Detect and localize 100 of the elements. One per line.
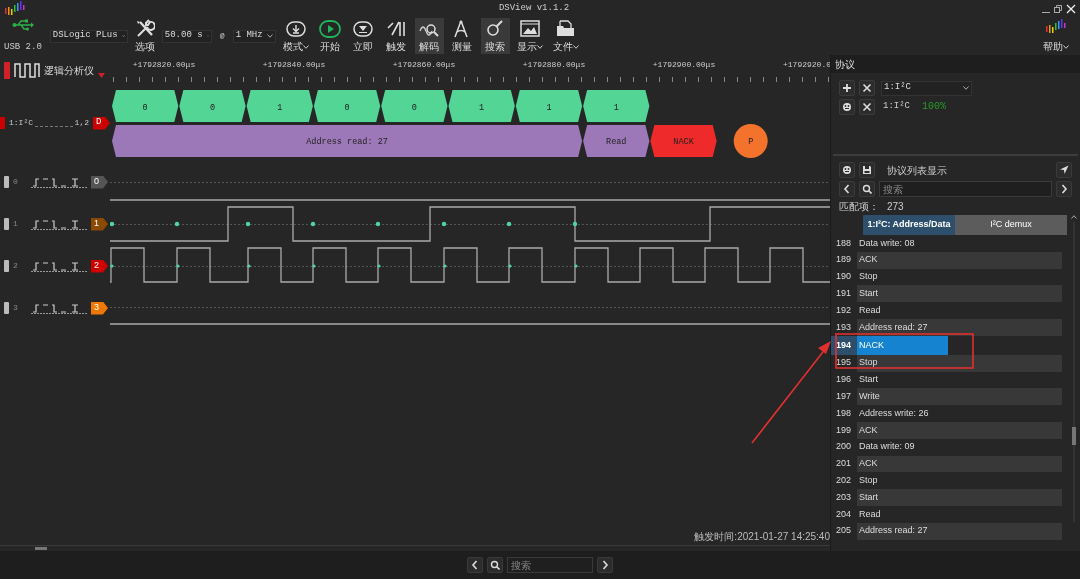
usb-icon [11,18,34,32]
list-row[interactable]: 200 Data write: 09 [831,438,1067,456]
trigger-options-drawing[interactable] [31,260,87,272]
toolbar-button[interactable]: 测量 [447,18,477,54]
list-row[interactable]: 198 Address write: 26 [831,405,1067,422]
restore-icon[interactable] [1054,4,1062,13]
save-button[interactable] [859,162,875,178]
window-title: DSView v1.1.2 [497,1,571,15]
channel-grip[interactable] [4,218,9,230]
decoded-ack-segment: NACK [650,125,717,157]
column-header[interactable]: 1:I²C: Address/Data [863,215,955,235]
folder-icon [554,19,577,39]
decoded-bit-segment: 0 [112,90,179,122]
list-row[interactable]: 188 Data write: 08 [831,235,1067,252]
app-logo-icon [4,1,26,16]
toolbar-button[interactable]: 立即 [348,18,378,54]
search-icon [862,184,872,194]
locate-button[interactable] [1056,162,1072,178]
save-icon [862,165,872,175]
channel-grip[interactable] [4,176,9,188]
download-icon [284,19,307,39]
decoder-settings-button[interactable] [839,99,855,115]
trigger-options-drawing[interactable] [31,218,87,230]
next-button[interactable] [1056,181,1072,197]
list-row[interactable]: 204 Read [831,505,1067,523]
search-button[interactable] [487,557,503,573]
plus-icon [842,83,852,93]
panel-header: 协议 [831,55,1080,73]
duration-select[interactable]: 50.00 s [161,29,212,43]
previous-button[interactable] [467,557,483,573]
list-row[interactable]: 202 Stop [831,472,1067,490]
trigger-icon [385,19,408,39]
chevron-left-icon [842,184,852,194]
remove-button[interactable] [859,80,875,96]
search-button[interactable] [859,181,875,197]
decoded-rw-segment: Read [583,125,650,157]
toolbar-button[interactable]: 解码 [414,18,444,54]
ruler-label: +1792920.0 [783,60,830,69]
panel-grip [4,61,10,79]
close-icon [862,102,872,112]
ruler-label: +1792840.00μs [262,60,326,69]
list-row[interactable]: 192 Read [831,302,1067,319]
scrollbar-thumb[interactable] [35,547,47,550]
toolbar-button[interactable]: 触发 [381,18,411,54]
toolbar-button[interactable]: 搜索 [480,18,510,54]
match-label: 匹配项： [839,199,879,214]
tools-icon [134,19,155,39]
channel-grip[interactable] [4,260,9,272]
trigger-options-drawing[interactable] [31,302,87,314]
ruler-label: +1792880.00μs [522,60,586,69]
next-button[interactable] [597,557,613,573]
trigger-options-drawing[interactable] [31,176,87,188]
caret-icon [266,34,273,38]
caret-icon [121,34,125,38]
channel-tag[interactable]: 0 [91,175,108,189]
help-menu-button[interactable]: 帮助 [1040,18,1072,54]
toolbar-button[interactable]: 开始 [315,18,345,54]
channel-tag[interactable]: 1 [91,217,108,231]
channel-tag[interactable]: 2 [91,259,108,273]
stop-icon [352,19,375,39]
dropdown-arrow-icon[interactable] [98,72,105,78]
toolbar-button[interactable]: 显示 [513,18,546,54]
scrollbar-thumb[interactable] [1072,427,1076,445]
sample-rate-select[interactable]: 1 MHz [232,29,276,43]
options-button[interactable]: 选项 [131,18,158,54]
list-row[interactable]: 196 Start [831,371,1067,389]
ruler-label: +1792820.00μs [132,60,196,69]
list-row[interactable]: 190 Stop [831,268,1067,286]
chevron-right-icon [600,560,610,570]
decoder-name: 1:I²C [883,100,910,114]
toolbar-button[interactable]: 模式 [279,18,312,54]
decoder-settings-button[interactable] [839,162,855,178]
device-select[interactable]: DSLogic PLus [49,29,128,43]
column-header[interactable]: I²C demux [955,215,1067,235]
channel-index: 0 [13,176,19,188]
decoded-bit-segment: 1 [246,90,313,122]
list-title: 协议列表显示 [887,163,948,178]
search-field[interactable]: 搜索 [879,181,1052,197]
decoded-stop-marker: P [733,124,768,158]
close-icon[interactable] [1066,3,1076,14]
add-decoder-button[interactable] [839,80,855,96]
decoded-bit-segment: 0 [381,90,448,122]
remove-decoder-button[interactable] [859,99,875,115]
logic-analyzer-icon [14,62,40,78]
play-icon [319,19,342,39]
face-icon [842,102,852,112]
navigation-arrow-icon [1059,165,1069,175]
app-logo-icon [1045,19,1067,34]
previous-button[interactable] [839,181,855,197]
percent-label: 100% [922,101,947,113]
decoder-tag[interactable]: D [93,116,110,130]
toolbar-button[interactable]: 文件 [549,18,582,54]
chevron-left-icon [470,560,480,570]
channel-grip[interactable] [4,302,9,314]
usb-status-label: USB 2.0 [4,40,42,54]
protocol-select[interactable]: 1:I²C [881,80,972,96]
channel-index: 2 [13,260,19,272]
search-field[interactable]: 搜索 [507,557,593,573]
search-icon [490,560,500,570]
scroll-up-icon[interactable] [1071,215,1077,219]
